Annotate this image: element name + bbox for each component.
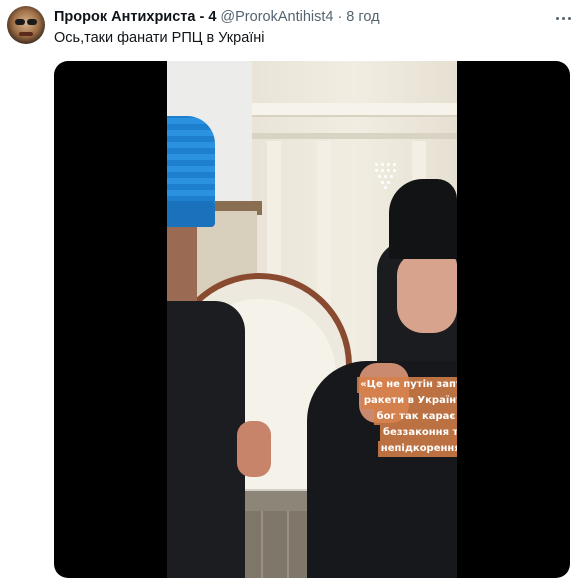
caption-line: беззаконня та <box>379 425 457 441</box>
avatar-sunglasses-right <box>27 19 37 25</box>
nun-black-hat <box>389 179 457 259</box>
display-name[interactable]: Пророк Антихриста - 4 <box>54 9 216 25</box>
video-player[interactable]: «Це не путін запускає ракети в Україну, … <box>54 61 570 578</box>
caption-line: ракети в Україну, це <box>360 393 457 409</box>
tweet[interactable]: Пророк Антихриста - 4 @ProrokAntihist4 ·… <box>0 0 587 582</box>
channel-logo-icon <box>373 161 401 189</box>
user-avatar[interactable] <box>7 6 45 44</box>
tweet-text: Ось,таки фанати РПЦ в Україні <box>54 30 265 46</box>
tweet-header: Пророк Антихриста - 4 @ProrokAntihist4 ·… <box>54 9 380 27</box>
separator-dot: · <box>337 9 343 25</box>
more-options-button[interactable] <box>552 8 574 28</box>
avatar-sunglasses-left <box>15 19 25 25</box>
more-horizontal-icon <box>555 16 559 20</box>
avatar-mouth <box>19 32 33 36</box>
caption-line: непідкорення» <box>377 441 457 457</box>
nun-face <box>397 253 457 333</box>
video-frame: «Це не путін запускає ракети в Україну, … <box>167 61 457 578</box>
tweet-timestamp[interactable]: 8 год <box>346 9 379 25</box>
user-handle[interactable]: @ProrokAntihist4 <box>220 9 333 25</box>
video-caption: «Це не путін запускає ракети в Україну, … <box>357 377 457 457</box>
caption-line: «Це не путін запускає <box>357 377 457 393</box>
caption-line: бог так карає за <box>373 409 457 425</box>
person-left <box>167 301 245 578</box>
